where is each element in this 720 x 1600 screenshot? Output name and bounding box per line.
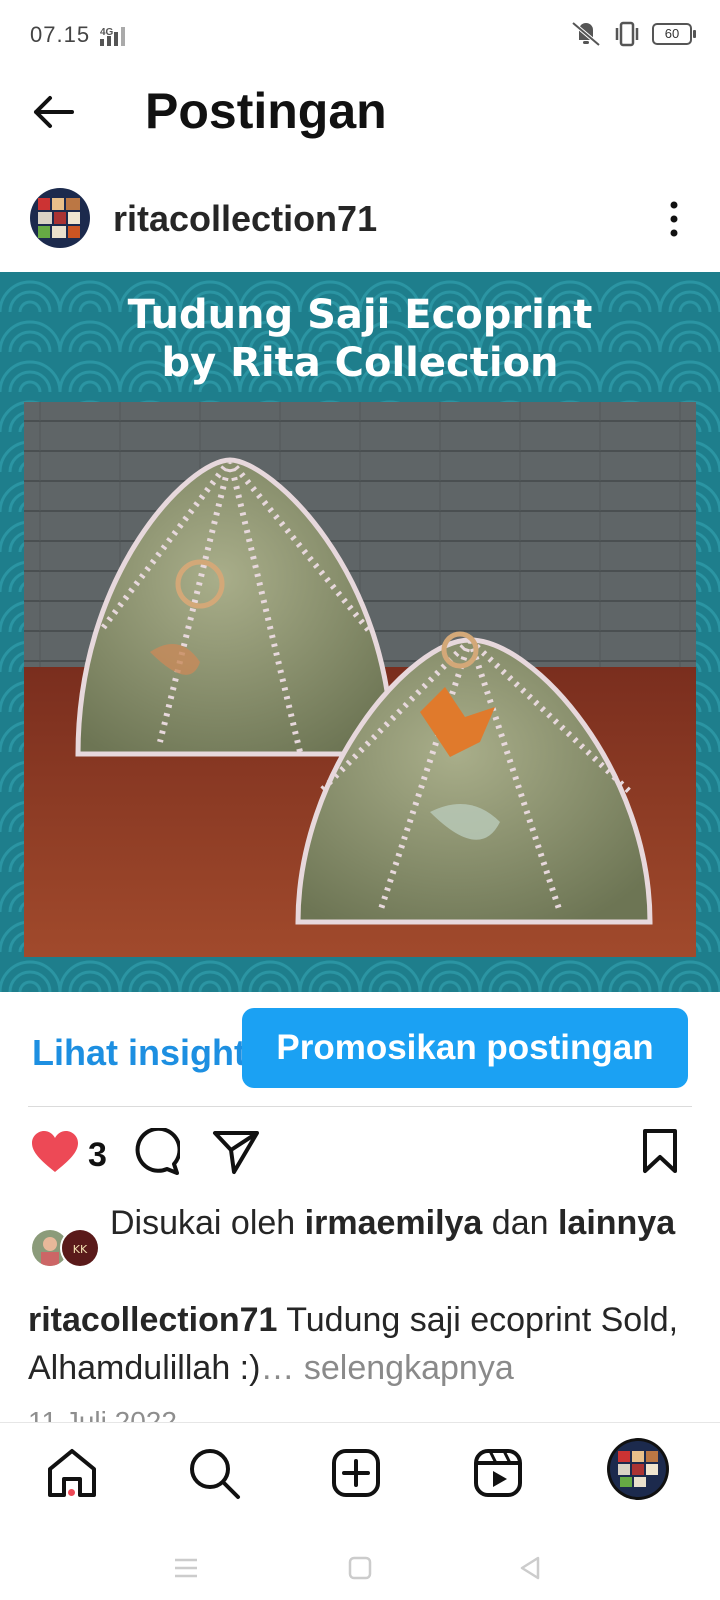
profile-tab-avatar[interactable] [606,1437,670,1501]
view-insights-link[interactable]: Lihat insight [32,1032,246,1074]
liked-by-conj: dan [491,1204,549,1242]
reels-icon[interactable] [468,1443,528,1503]
post-image[interactable]: Tudung Saji Ecoprint by Rita Collection [0,272,720,992]
system-nav-bar [0,1534,720,1600]
bookmark-icon[interactable] [640,1128,680,1174]
post-date: 11 Juli 2022 [28,1406,177,1422]
liked-by-text: Disukai oleh irmaemilya dan lainnya [110,1200,710,1246]
liked-by-prefix: Disukai oleh [110,1204,296,1242]
image-title-line1: Tudung Saji Ecoprint [128,292,593,338]
search-icon[interactable] [184,1443,244,1503]
status-bar: 07.15 4G 60 [0,0,720,72]
vibrate-mute-icon [571,21,601,47]
vibrate-icon [615,21,639,47]
share-icon[interactable] [212,1128,260,1176]
page-title: Postingan [145,83,387,139]
divider [28,1106,692,1107]
comment-icon[interactable] [132,1128,180,1176]
post-caption: ritacollection71 Tudung saji ecoprint So… [28,1296,698,1392]
network-type-label: 4G [100,27,114,38]
create-post-icon[interactable] [326,1443,386,1503]
like-count[interactable]: 3 [88,1136,107,1175]
liked-by-user[interactable]: irmaemilya [305,1204,483,1242]
caption-more-link[interactable]: … selengkapnya [260,1349,513,1387]
svg-text:KK: KK [73,1243,88,1256]
image-title-line2: by Rita Collection [161,340,558,386]
liker-avatar: KK [60,1228,100,1268]
back-arrow-icon[interactable] [28,90,84,134]
post-actions: 3 [0,1126,720,1186]
status-time: 07.15 [30,22,91,47]
caption-username[interactable]: ritacollection71 [28,1301,277,1339]
liked-by-others[interactable]: lainnya [558,1204,675,1242]
post-username[interactable]: ritacollection71 [113,198,377,240]
insight-row: Lihat insight Promosikan postingan [0,1008,720,1088]
back-triangle-icon[interactable] [516,1554,544,1582]
battery-icon: 60 [652,23,696,45]
bottom-nav [0,1422,720,1535]
promote-post-button[interactable]: Promosikan postingan [242,1008,688,1088]
home-square-icon[interactable] [346,1554,374,1582]
app-bar: Postingan [0,72,720,152]
notification-dot [68,1489,75,1496]
heart-icon[interactable] [30,1130,80,1174]
menu-icon[interactable] [172,1554,200,1582]
profile-avatar[interactable] [30,188,90,248]
more-options-icon[interactable] [664,194,684,244]
signal-icon: 4G [100,27,125,46]
post-header: ritacollection71 [0,180,720,260]
